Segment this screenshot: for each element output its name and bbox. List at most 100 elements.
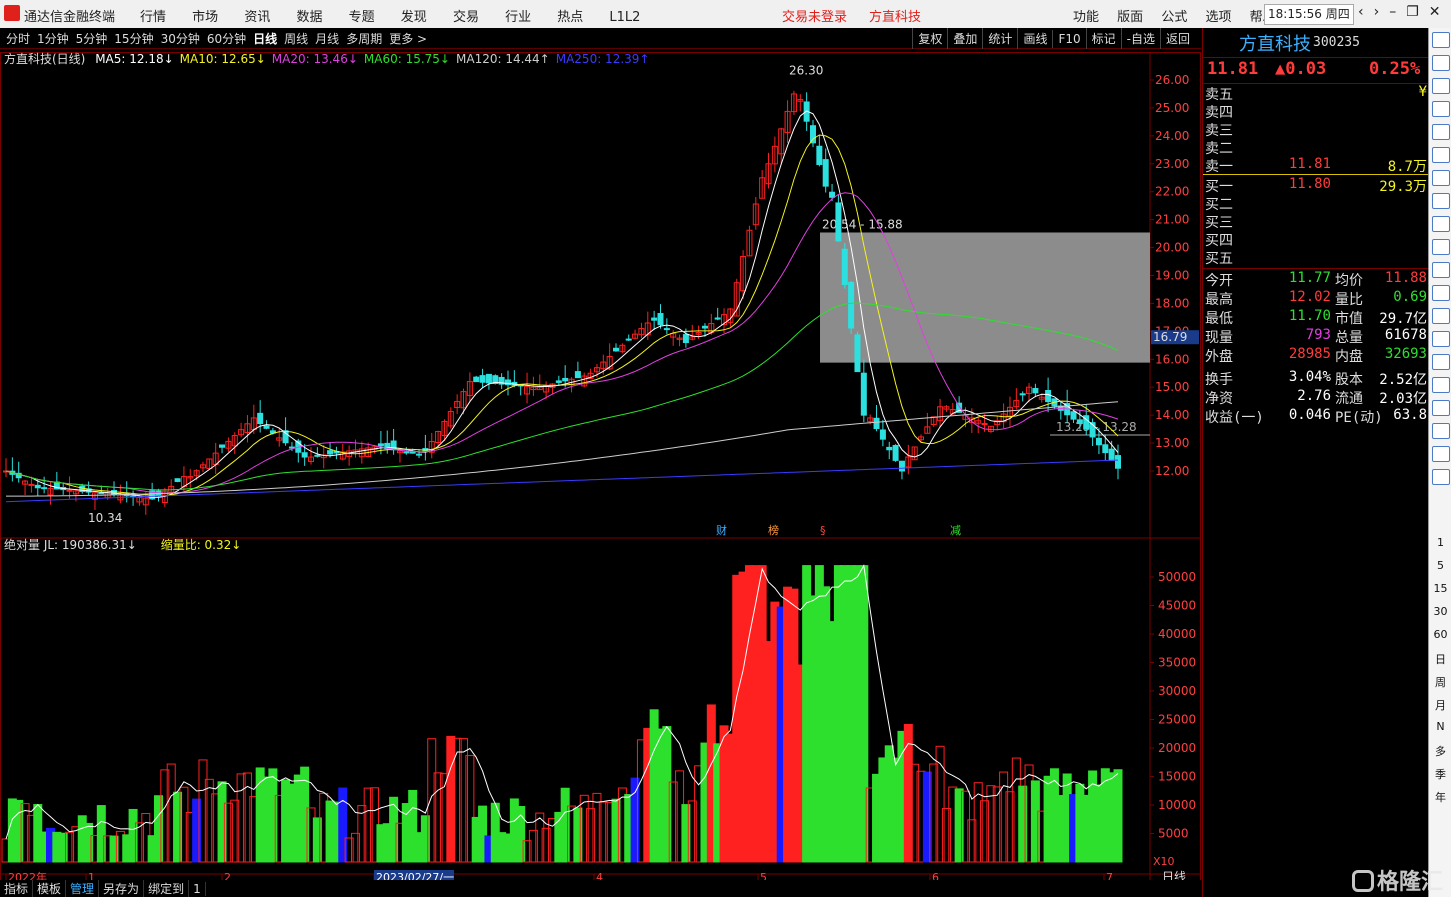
arrow-up-outline-icon[interactable] — [1432, 78, 1450, 94]
tab-save-as[interactable]: 另存为 — [99, 880, 145, 897]
menu-item[interactable]: 热点 — [557, 10, 583, 25]
menu-item[interactable]: 公式 — [1161, 10, 1187, 25]
price-axis-label: 26.00 — [1155, 73, 1189, 87]
menu-item[interactable]: 市场 — [192, 10, 218, 25]
tab-indicator[interactable]: 指标 — [0, 880, 34, 897]
line-chart-icon[interactable] — [1432, 147, 1450, 163]
period-tab[interactable]: 1分钟 — [37, 32, 69, 46]
chart-icon[interactable] — [1432, 101, 1450, 117]
period-tab[interactable]: 月线 — [315, 32, 339, 46]
period-shortcut[interactable]: 多 — [1431, 743, 1450, 759]
period-shortcut[interactable]: 月 — [1431, 697, 1450, 713]
arrow-up-icon[interactable] — [1432, 55, 1450, 71]
right-menu[interactable]: 功能 版面 公式 选项 帮助 — [1073, 6, 1282, 25]
bottom-tabs[interactable]: 指标 模板 管理 另存为 绑定到 1 — [0, 880, 1201, 897]
app-logo-icon — [4, 5, 20, 21]
menu-item[interactable]: 行情 — [140, 10, 166, 25]
period-tab[interactable]: 60分钟 — [207, 32, 246, 46]
menu-item[interactable]: 发现 — [401, 10, 427, 25]
kline-chart[interactable]: 26.00 25.00 24.00 23.00 22.00 21.00 20.00 19.00… — [0, 48, 1201, 888]
menu-item[interactable]: 数据 — [296, 10, 322, 25]
period-shortcut[interactable]: 30 — [1431, 605, 1450, 618]
doc-icon[interactable] — [1432, 239, 1450, 255]
back-icon[interactable]: ‹ — [1358, 4, 1374, 20]
period-shortcut[interactable]: 5 — [1431, 559, 1450, 572]
tool-button[interactable]: 叠加 — [947, 28, 982, 49]
menu-item[interactable]: 交易 — [453, 10, 479, 25]
period-tab[interactable]: 30分钟 — [161, 32, 200, 46]
circle-icon[interactable] — [1432, 308, 1450, 324]
ask-row: 卖五 ¥ — [1205, 84, 1427, 103]
fin-icon[interactable] — [1432, 193, 1450, 209]
move-icon[interactable] — [1432, 400, 1450, 416]
wave-icon[interactable] — [1432, 331, 1450, 347]
stat-value-2: 63.8 — [1393, 407, 1427, 423]
candle-icon[interactable] — [1432, 170, 1450, 186]
icon-strip[interactable]: 1 5 15 30 60 日周月 N 多季年 — [1428, 28, 1451, 897]
candle-body — [701, 325, 708, 329]
menu-item[interactable]: 版面 — [1117, 10, 1143, 25]
menu-item[interactable]: 选项 — [1205, 10, 1231, 25]
period-shortcut[interactable]: 周 — [1431, 674, 1450, 690]
period-shortcut[interactable]: 年 — [1431, 789, 1450, 805]
close-icon[interactable]: ✕ — [1429, 4, 1451, 20]
dollar-icon[interactable] — [1432, 285, 1450, 301]
window-controls[interactable]: ‹›–❐✕ — [1358, 4, 1451, 20]
minimize-icon[interactable]: – — [1389, 4, 1406, 20]
tool-button[interactable]: 返回 — [1159, 28, 1195, 49]
period-shortcut[interactable]: N — [1431, 720, 1450, 733]
period-tab[interactable]: 15分钟 — [114, 32, 153, 46]
fiz-icon[interactable] — [1432, 262, 1450, 278]
period-shortcut[interactable]: 季 — [1431, 766, 1450, 782]
tool-button[interactable]: 标记 — [1085, 28, 1121, 49]
candle-body — [835, 202, 842, 242]
price-axis-label: 20.00 — [1155, 241, 1189, 255]
period-shortcut[interactable]: 日 — [1431, 651, 1450, 667]
list-icon[interactable] — [1432, 423, 1450, 439]
volume-axis-label: 20000 — [1158, 741, 1196, 755]
period-shortcut[interactable]: 1 — [1431, 536, 1450, 549]
chart-tools[interactable]: 复权 叠加 统计 画线 F10 标记 -自选 返回 — [912, 28, 1195, 49]
menu-item[interactable]: 行业 — [505, 10, 531, 25]
clock-time: 18:15:56 — [1268, 7, 1322, 21]
menu-item[interactable]: 功能 — [1073, 10, 1099, 25]
tab-template[interactable]: 模板 — [33, 880, 67, 897]
tab-bind-count[interactable]: 1 — [189, 882, 206, 896]
period-tab[interactable]: 日线 — [253, 32, 277, 46]
period-tab[interactable]: 5分钟 — [76, 32, 108, 46]
period-tab[interactable]: 周线 — [284, 32, 308, 46]
menu-item[interactable]: 资讯 — [244, 10, 270, 25]
menu-item[interactable]: 专题 — [349, 10, 375, 25]
main-menu[interactable]: 行情 市场 资讯 数据 专题 发现 交易 行业 热点 L1L2 — [140, 6, 662, 25]
tool-button[interactable]: 复权 — [912, 28, 947, 49]
candle-body — [848, 281, 855, 329]
tool-button[interactable]: -自选 — [1120, 28, 1160, 49]
period-tab[interactable]: 多周期 — [346, 32, 382, 46]
period-tab[interactable]: 更多 > — [389, 32, 427, 46]
rsi-icon[interactable] — [1432, 354, 1450, 370]
arrow-left-icon[interactable] — [1432, 32, 1450, 48]
stat-label: 外盘 — [1205, 349, 1233, 365]
ma-label: MA10: 12.65↓ — [179, 52, 266, 66]
tab-bind[interactable]: 绑定到 — [144, 880, 190, 897]
tab-manage[interactable]: 管理 — [66, 880, 100, 897]
login-status-text[interactable]: 交易未登录 — [782, 10, 847, 25]
f5-icon[interactable] — [1432, 446, 1450, 462]
info-icon[interactable] — [1432, 216, 1450, 232]
target-icon[interactable] — [1432, 377, 1450, 393]
menu-item[interactable]: L1L2 — [609, 10, 640, 25]
login-status[interactable]: 交易未登录 方直科技 — [782, 6, 943, 25]
grid-icon[interactable] — [1432, 124, 1450, 140]
tool-button[interactable]: F10 — [1052, 30, 1085, 48]
period-tabs[interactable]: 分时 1分钟 5分钟 15分钟 30分钟 60分钟 日线 周线 月线 多周期 更多 > — [6, 30, 434, 47]
period-tab[interactable]: 分时 — [6, 32, 30, 46]
tool-button[interactable]: 统计 — [982, 28, 1017, 49]
tool-button[interactable]: 画线 — [1017, 28, 1052, 49]
candle-body — [416, 453, 423, 456]
refresh-icon[interactable] — [1432, 469, 1450, 485]
forward-icon[interactable]: › — [1374, 4, 1390, 20]
period-shortcut[interactable]: 60 — [1431, 628, 1450, 641]
period-shortcut[interactable]: 15 — [1431, 582, 1450, 595]
stat-row: 最低 11.70 市值 29.7亿 — [1205, 308, 1427, 327]
restore-icon[interactable]: ❐ — [1406, 4, 1429, 20]
